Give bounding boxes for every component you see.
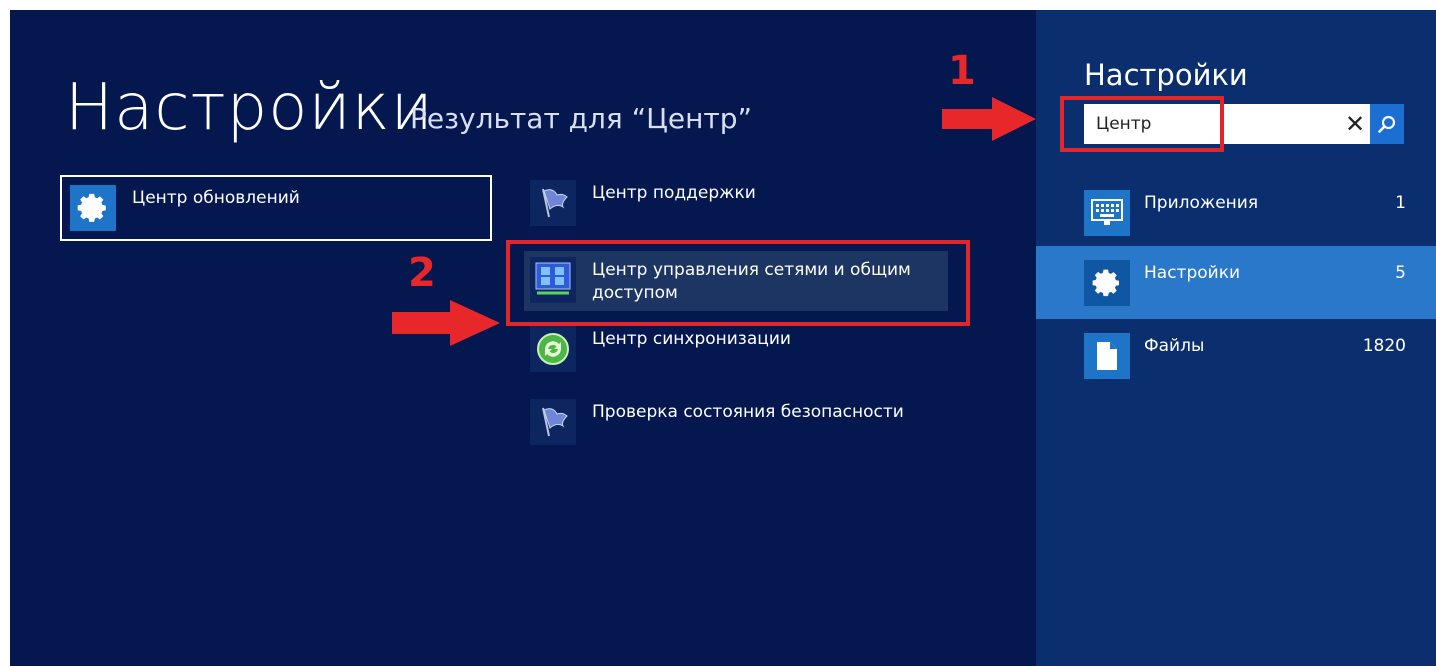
gear-icon bbox=[1084, 260, 1130, 306]
result-label: Центр синхронизации bbox=[592, 329, 791, 349]
result-security-status[interactable]: Проверка состояния безопасности bbox=[530, 399, 950, 445]
result-windows-update[interactable]: Центр обновлений bbox=[60, 175, 492, 241]
category-count: 5 bbox=[1395, 263, 1406, 283]
result-label: Проверка состояния безопасности bbox=[592, 402, 904, 422]
search-pane-title: Настройки bbox=[1084, 58, 1248, 92]
category-count: 1 bbox=[1395, 193, 1406, 213]
category-name: Настройки bbox=[1144, 263, 1241, 283]
file-icon bbox=[1084, 333, 1130, 379]
category-count: 1820 bbox=[1362, 336, 1406, 356]
result-label: Центр обновлений bbox=[132, 188, 300, 208]
arrow-right-icon bbox=[392, 300, 500, 346]
arrow-right-icon bbox=[942, 97, 1036, 141]
result-label: Центр поддержки bbox=[592, 183, 756, 203]
result-sync-center[interactable]: Центр синхронизации bbox=[530, 326, 950, 372]
annotation-highlight-box bbox=[506, 240, 970, 326]
annotation-marker-1: 1 bbox=[948, 48, 976, 94]
category-name: Файлы bbox=[1144, 336, 1205, 356]
category-name: Приложения bbox=[1144, 193, 1259, 213]
search-highlight-box bbox=[1060, 96, 1224, 152]
gear-icon bbox=[70, 185, 116, 231]
keyboard-icon bbox=[1084, 190, 1130, 236]
search-results-area: Настройки Результат для “Центр” Центр об… bbox=[10, 10, 1036, 666]
results-subtitle: Результат для “Центр” bbox=[410, 102, 753, 135]
category-settings[interactable]: Настройки 5 bbox=[1036, 246, 1436, 319]
clear-icon[interactable]: ✕ bbox=[1340, 104, 1370, 144]
category-files[interactable]: Файлы 1820 bbox=[1036, 319, 1436, 392]
annotation-marker-2: 2 bbox=[408, 250, 436, 296]
flag-icon bbox=[530, 180, 576, 226]
sync-icon bbox=[530, 326, 576, 372]
category-apps[interactable]: Приложения 1 bbox=[1036, 176, 1436, 249]
page-title: Настройки bbox=[65, 71, 434, 145]
result-action-center[interactable]: Центр поддержки bbox=[530, 180, 950, 226]
search-icon[interactable] bbox=[1370, 104, 1404, 144]
flag-icon bbox=[530, 399, 576, 445]
